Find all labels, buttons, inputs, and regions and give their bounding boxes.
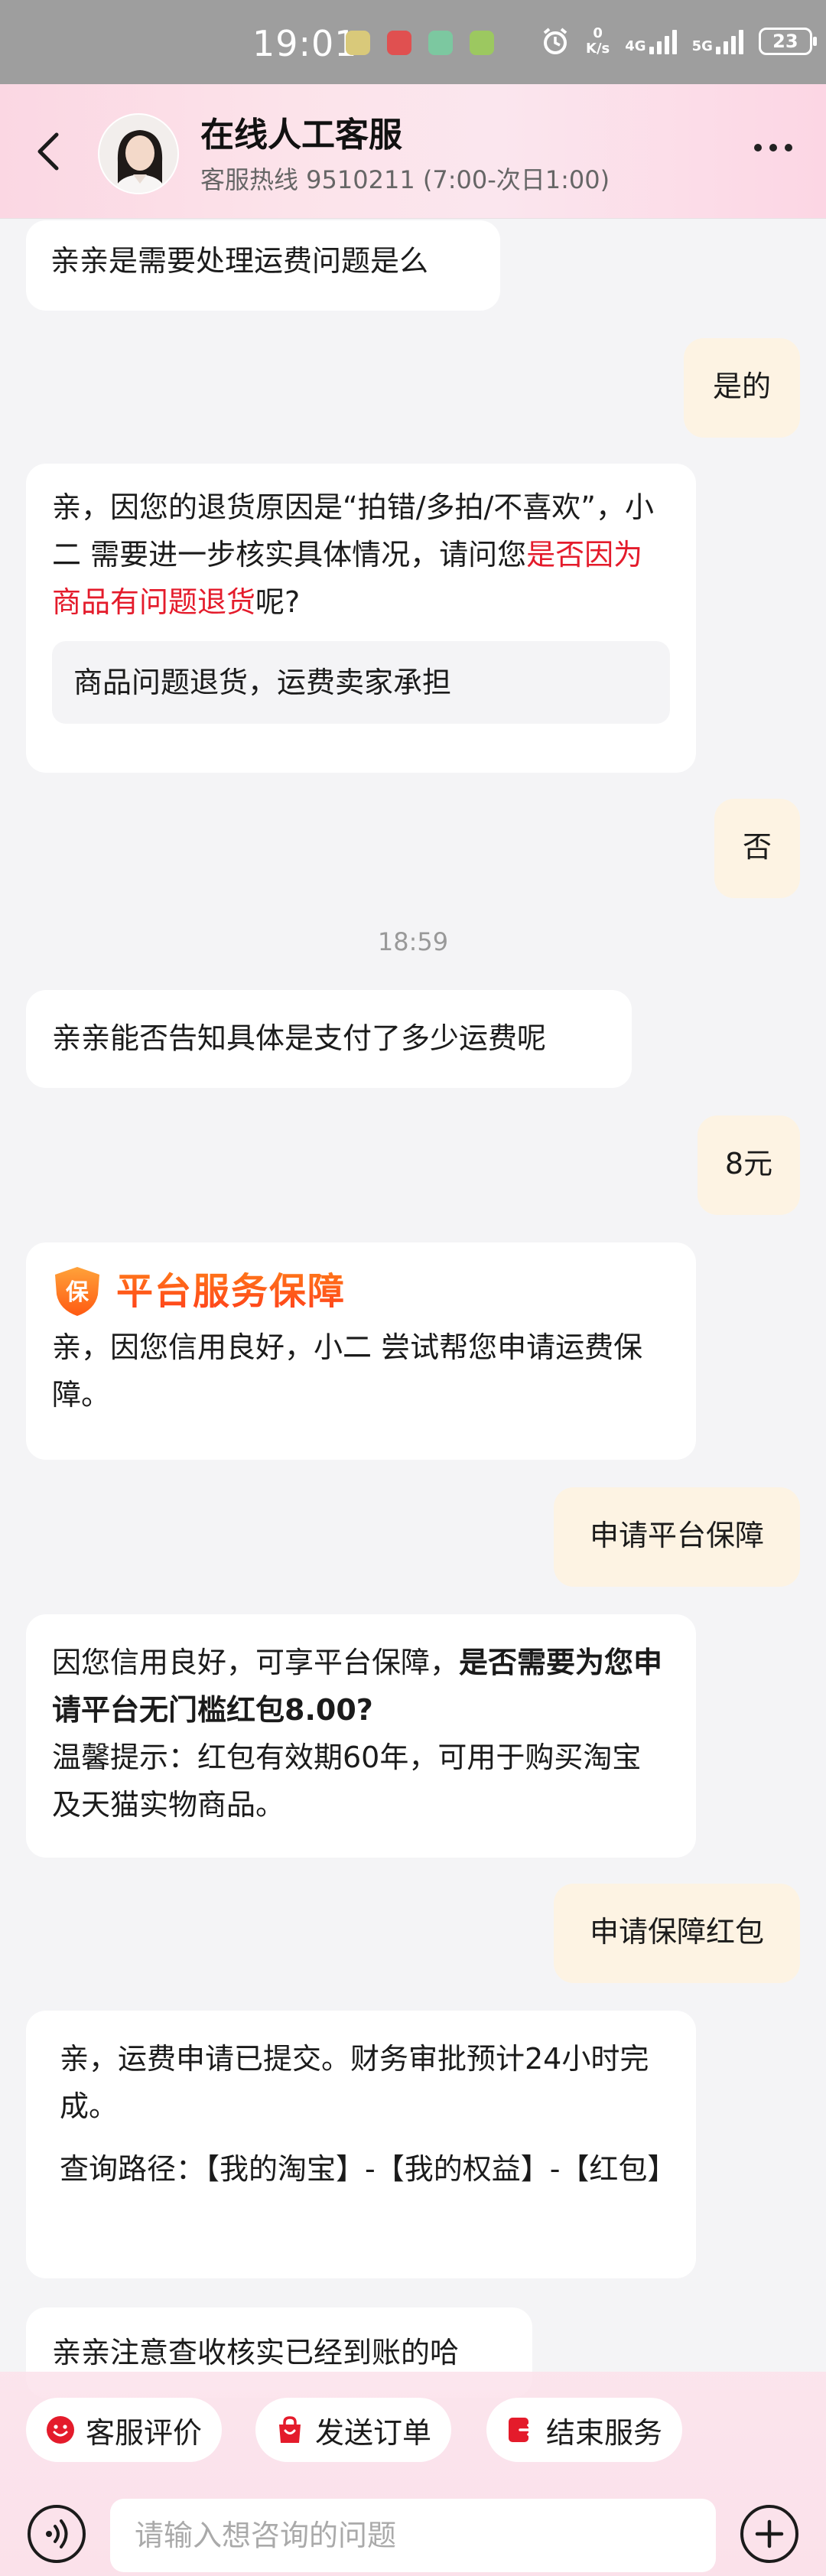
message-text: 亲，运费申请已提交。财务审批预计24小时完成。 [60, 2042, 649, 2123]
message-text: 申请保障红包 [589, 1915, 764, 1949]
button-label: 客服评价 [86, 2415, 203, 2450]
user-message: 申请平台保障 [554, 1487, 800, 1587]
agent-message: 亲，运费申请已提交。财务审批预计24小时完成。 查询路径：【我的淘宝】-【我的权… [26, 2011, 696, 2278]
alarm-icon [543, 28, 567, 54]
quick-reply-option[interactable]: 商品问题退货，运费卖家承担 [52, 641, 670, 724]
clock: 19:01 [252, 23, 358, 64]
send-order-button[interactable]: 发送订单 [255, 2398, 452, 2462]
svg-text:保: 保 [66, 1279, 89, 1306]
user-message: 否 [714, 799, 800, 898]
exit-icon [509, 2418, 535, 2442]
user-message: 8元 [698, 1115, 800, 1215]
time-divider: 18:59 [377, 927, 449, 956]
network-speed: 0 K/s [586, 25, 610, 57]
message-input[interactable] [110, 2499, 716, 2572]
message-text: 亲，因您的退货原因是“拍错/多拍/不喜欢”，小二 需要进一步核实具体情况，请问您… [52, 490, 654, 619]
app-notification-icon [387, 31, 411, 55]
app-notification-icon [428, 31, 453, 55]
agent-message: 亲，因您的退货原因是“拍错/多拍/不喜欢”，小二 需要进一步核实具体情况，请问您… [26, 464, 696, 773]
agent-avatar [98, 113, 179, 194]
button-label: 结束服务 [546, 2415, 663, 2450]
agent-message: 亲亲能否告知具体是支付了多少运费呢 [26, 990, 632, 1088]
smile-icon [47, 2416, 74, 2444]
voice-input-button[interactable] [28, 2505, 86, 2563]
message-text: 是的 [712, 370, 771, 403]
message-text: 亲亲注意查收核实已经到账的哈 [52, 2336, 460, 2369]
message-text: 亲，因您信用良好，小二 尝试帮您申请运费保障。 [52, 1330, 643, 1412]
hotline-subtitle: 客服热线 9510211 (7:00-次日1:00) [200, 165, 610, 194]
message-text: 因您信用良好，可享平台保障，是否需要为您申请平台无门槛红包8.00? [52, 1646, 663, 1727]
agent-message: 因您信用良好，可享平台保障，是否需要为您申请平台无门槛红包8.00? 温馨提示：… [26, 1614, 696, 1858]
guarantee-header: 保 平台服务保障 [52, 1265, 670, 1317]
signal-5g: 5G [692, 28, 743, 54]
signal-bars-icon [715, 28, 743, 54]
shopping-bag-icon [279, 2416, 301, 2443]
plus-icon [755, 2519, 784, 2548]
message-text: 8元 [724, 1147, 773, 1181]
agent-portrait-icon [99, 115, 177, 193]
signal-4g: 4G [625, 28, 677, 54]
user-message: 是的 [684, 338, 800, 438]
end-service-button[interactable]: 结束服务 [486, 2398, 683, 2462]
more-options-icon[interactable] [754, 144, 792, 151]
guarantee-title: 平台服务保障 [116, 1268, 346, 1315]
status-bar: 19:01 0 K/s 4G 5G 23 [0, 0, 826, 84]
message-text: 亲亲能否告知具体是支付了多少运费呢 [52, 1021, 547, 1055]
button-label: 发送订单 [315, 2415, 432, 2450]
message-text: 否 [742, 830, 772, 864]
rate-service-button[interactable]: 客服评价 [26, 2398, 223, 2462]
chat-header: 在线人工客服 客服热线 9510211 (7:00-次日1:00) [0, 84, 826, 219]
page-title: 在线人工客服 [200, 116, 402, 155]
back-icon[interactable] [31, 129, 69, 174]
app-notification-icon [470, 31, 494, 55]
add-attachment-button[interactable] [740, 2505, 798, 2563]
signal-bars-icon [649, 28, 677, 54]
battery-icon: 23 [758, 28, 817, 55]
message-text: 申请平台保障 [589, 1519, 764, 1552]
user-message: 申请保障红包 [554, 1884, 800, 1983]
platform-guarantee-card: 保 平台服务保障 亲，因您信用良好，小二 尝试帮您申请运费保障。 [26, 1242, 696, 1460]
agent-message: 亲亲是需要处理运费问题是么 [26, 220, 500, 311]
voice-wave-icon [46, 2519, 68, 2548]
app-notification-icon [346, 31, 370, 55]
notification-icons [346, 31, 494, 55]
shield-badge-icon: 保 [55, 1267, 99, 1316]
system-indicators: 0 K/s 4G 5G 23 [540, 25, 817, 57]
query-path: 查询路径：【我的淘宝】-【我的权益】-【红包】 [60, 2152, 677, 2186]
message-tip: 温馨提示：红包有效期60年，可用于购买淘宝及天猫实物商品。 [52, 1741, 642, 1822]
message-text: 亲亲是需要处理运费问题是么 [50, 244, 429, 278]
